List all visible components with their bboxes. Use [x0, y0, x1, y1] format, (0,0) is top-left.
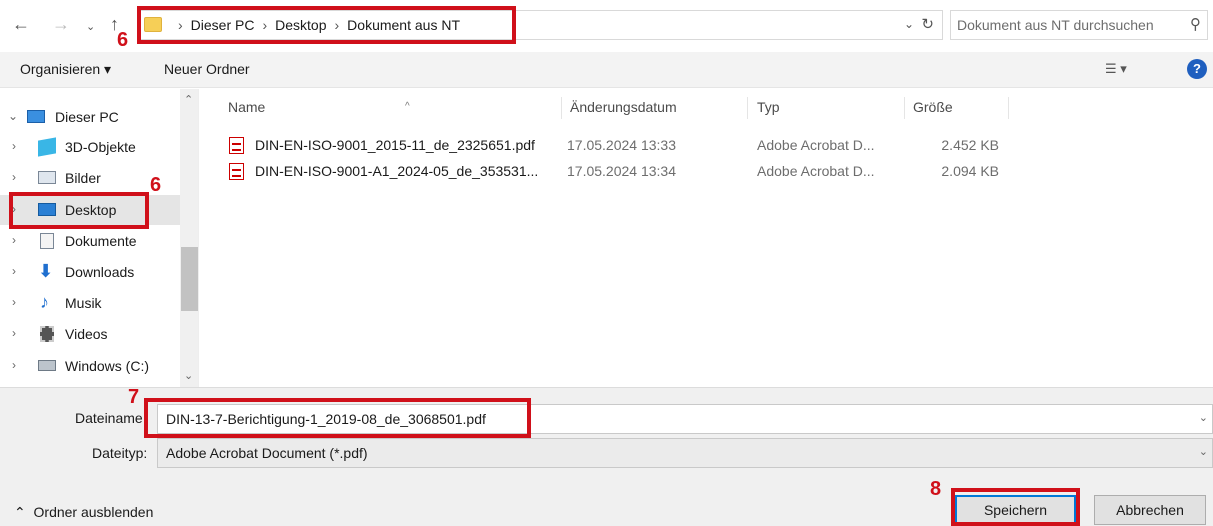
chevron-right-icon[interactable]: › [12, 264, 16, 278]
annotation-box-address [137, 6, 516, 44]
column-header-size[interactable]: Größe [905, 97, 1009, 119]
file-name: DIN-EN-ISO-9001_2015-11_de_2325651.pdf [255, 137, 535, 153]
hide-folders-toggle[interactable]: ⌃ Ordner ausblenden [14, 504, 153, 521]
download-icon: ⬇ [38, 261, 54, 281]
sidebar-item-label: Dieser PC [55, 109, 119, 125]
chevron-down-icon[interactable]: ⌄ [1199, 445, 1208, 458]
chevron-down-icon[interactable]: ⌄ [904, 17, 914, 31]
sidebar-item-downloads[interactable]: › ⬇ Downloads [0, 257, 180, 287]
file-date: 17.05.2024 13:34 [567, 163, 676, 179]
sidebar-scrollbar[interactable]: ⌃ ⌄ [180, 89, 198, 387]
filetype-label: Dateityp: [92, 445, 148, 461]
arrow-left-icon[interactable]: ← [12, 14, 30, 34]
chevron-down-icon[interactable]: ⌄ [1199, 411, 1208, 424]
chevron-up-icon[interactable]: ⌃ [184, 93, 193, 106]
chevron-down-icon[interactable]: ⌄ [8, 109, 18, 123]
filetype-select[interactable]: Adobe Acrobat Document (*.pdf) ⌄ [157, 438, 1213, 468]
organize-button[interactable]: Organisieren ▾ [20, 61, 111, 78]
annotation-step-desktop: 6 [150, 174, 162, 196]
search-input[interactable] [957, 15, 1177, 35]
chevron-right-icon[interactable]: › [12, 358, 16, 372]
sidebar-item-label: Windows (C:) [65, 358, 150, 374]
file-date: 17.05.2024 13:33 [567, 137, 676, 153]
sidebar-item-dieser-pc[interactable]: ⌄ Dieser PC [0, 102, 180, 132]
sidebar-item-musik[interactable]: › ♪ Musik [0, 288, 180, 318]
search-box[interactable]: ⚲ [950, 10, 1208, 40]
annotation-step-address: 6 [117, 29, 129, 51]
column-label: Größe [913, 99, 953, 115]
arrow-right-icon[interactable]: → [52, 14, 70, 34]
filename-label: Dateiname: [75, 410, 147, 426]
command-bar: Organisieren ▾ Neuer Ordner ☰ ▾ ? [0, 52, 1213, 88]
chevron-up-icon: ⌃ [14, 504, 26, 520]
music-icon: ♪ [40, 292, 49, 312]
column-header-date[interactable]: Änderungsdatum [562, 97, 748, 119]
annotation-box-desktop [9, 192, 149, 229]
hide-folders-label: Ordner ausblenden [33, 504, 154, 520]
column-label: Änderungsdatum [570, 99, 677, 115]
annotation-step-save: 8 [930, 478, 942, 500]
new-folder-button[interactable]: Neuer Ordner [164, 61, 250, 77]
filetype-value: Adobe Acrobat Document (*.pdf) [166, 445, 368, 461]
chevron-right-icon[interactable]: › [12, 233, 16, 247]
cube-icon [38, 137, 56, 157]
video-icon [40, 326, 54, 342]
chevron-right-icon[interactable]: › [12, 139, 16, 153]
file-size: 2.452 KB [941, 137, 999, 153]
sidebar-item-3d-objekte[interactable]: › 3D-Objekte [0, 132, 180, 162]
chevron-right-icon[interactable]: › [12, 295, 16, 309]
view-options-icon[interactable]: ☰ ▾ [1105, 61, 1127, 77]
chevron-down-icon[interactable]: ⌄ [86, 17, 95, 37]
computer-icon [27, 110, 45, 123]
sidebar-item-windows-c[interactable]: › Windows (C:) [0, 351, 180, 381]
chevron-right-icon[interactable]: › [12, 326, 16, 340]
chevron-down-icon[interactable]: ⌄ [184, 369, 193, 382]
help-icon[interactable]: ? [1187, 59, 1207, 79]
file-name: DIN-EN-ISO-9001-A1_2024-05_de_353531... [255, 163, 539, 179]
column-label: Name [228, 99, 266, 115]
sidebar-item-videos[interactable]: › Videos [0, 319, 180, 349]
column-label: Typ [757, 99, 780, 115]
file-list: Name ^ Änderungsdatum Typ Größe DIN-EN-I… [200, 89, 1213, 387]
image-icon [38, 171, 56, 184]
sidebar-item-label: Musik [65, 295, 102, 311]
sidebar-item-label: 3D-Objekte [65, 139, 136, 155]
file-size: 2.094 KB [941, 163, 999, 179]
annotation-box-save [951, 488, 1080, 526]
cancel-button[interactable]: Abbrechen [1094, 495, 1206, 525]
pdf-file-icon [229, 163, 244, 180]
refresh-icon[interactable]: ↻ [921, 15, 934, 33]
drive-icon [38, 360, 56, 371]
search-icon[interactable]: ⚲ [1190, 15, 1201, 33]
sidebar-item-label: Dokumente [65, 233, 137, 249]
chevron-right-icon[interactable]: › [12, 170, 16, 184]
column-header-type[interactable]: Typ [749, 97, 905, 119]
document-icon [40, 233, 54, 249]
table-row[interactable]: DIN-EN-ISO-9001_2015-11_de_2325651.pdf 1… [220, 133, 1210, 157]
file-type: Adobe Acrobat D... [757, 163, 875, 179]
navigation-pane: ⌄ Dieser PC › 3D-Objekte › Bilder › Desk… [0, 89, 199, 387]
sidebar-item-label: Bilder [65, 170, 101, 186]
pdf-file-icon [229, 137, 244, 154]
annotation-step-filename: 7 [128, 386, 140, 408]
sidebar-item-label: Videos [65, 326, 108, 342]
sidebar-item-label: Downloads [65, 264, 135, 280]
sort-ascending-icon: ^ [405, 101, 410, 112]
sidebar-item-dokumente[interactable]: › Dokumente [0, 226, 180, 256]
scrollbar-thumb[interactable] [181, 247, 198, 311]
file-type: Adobe Acrobat D... [757, 137, 875, 153]
annotation-box-filename [144, 398, 531, 438]
column-header-name[interactable]: Name ^ [220, 97, 562, 119]
table-row[interactable]: DIN-EN-ISO-9001-A1_2024-05_de_353531... … [220, 159, 1210, 183]
